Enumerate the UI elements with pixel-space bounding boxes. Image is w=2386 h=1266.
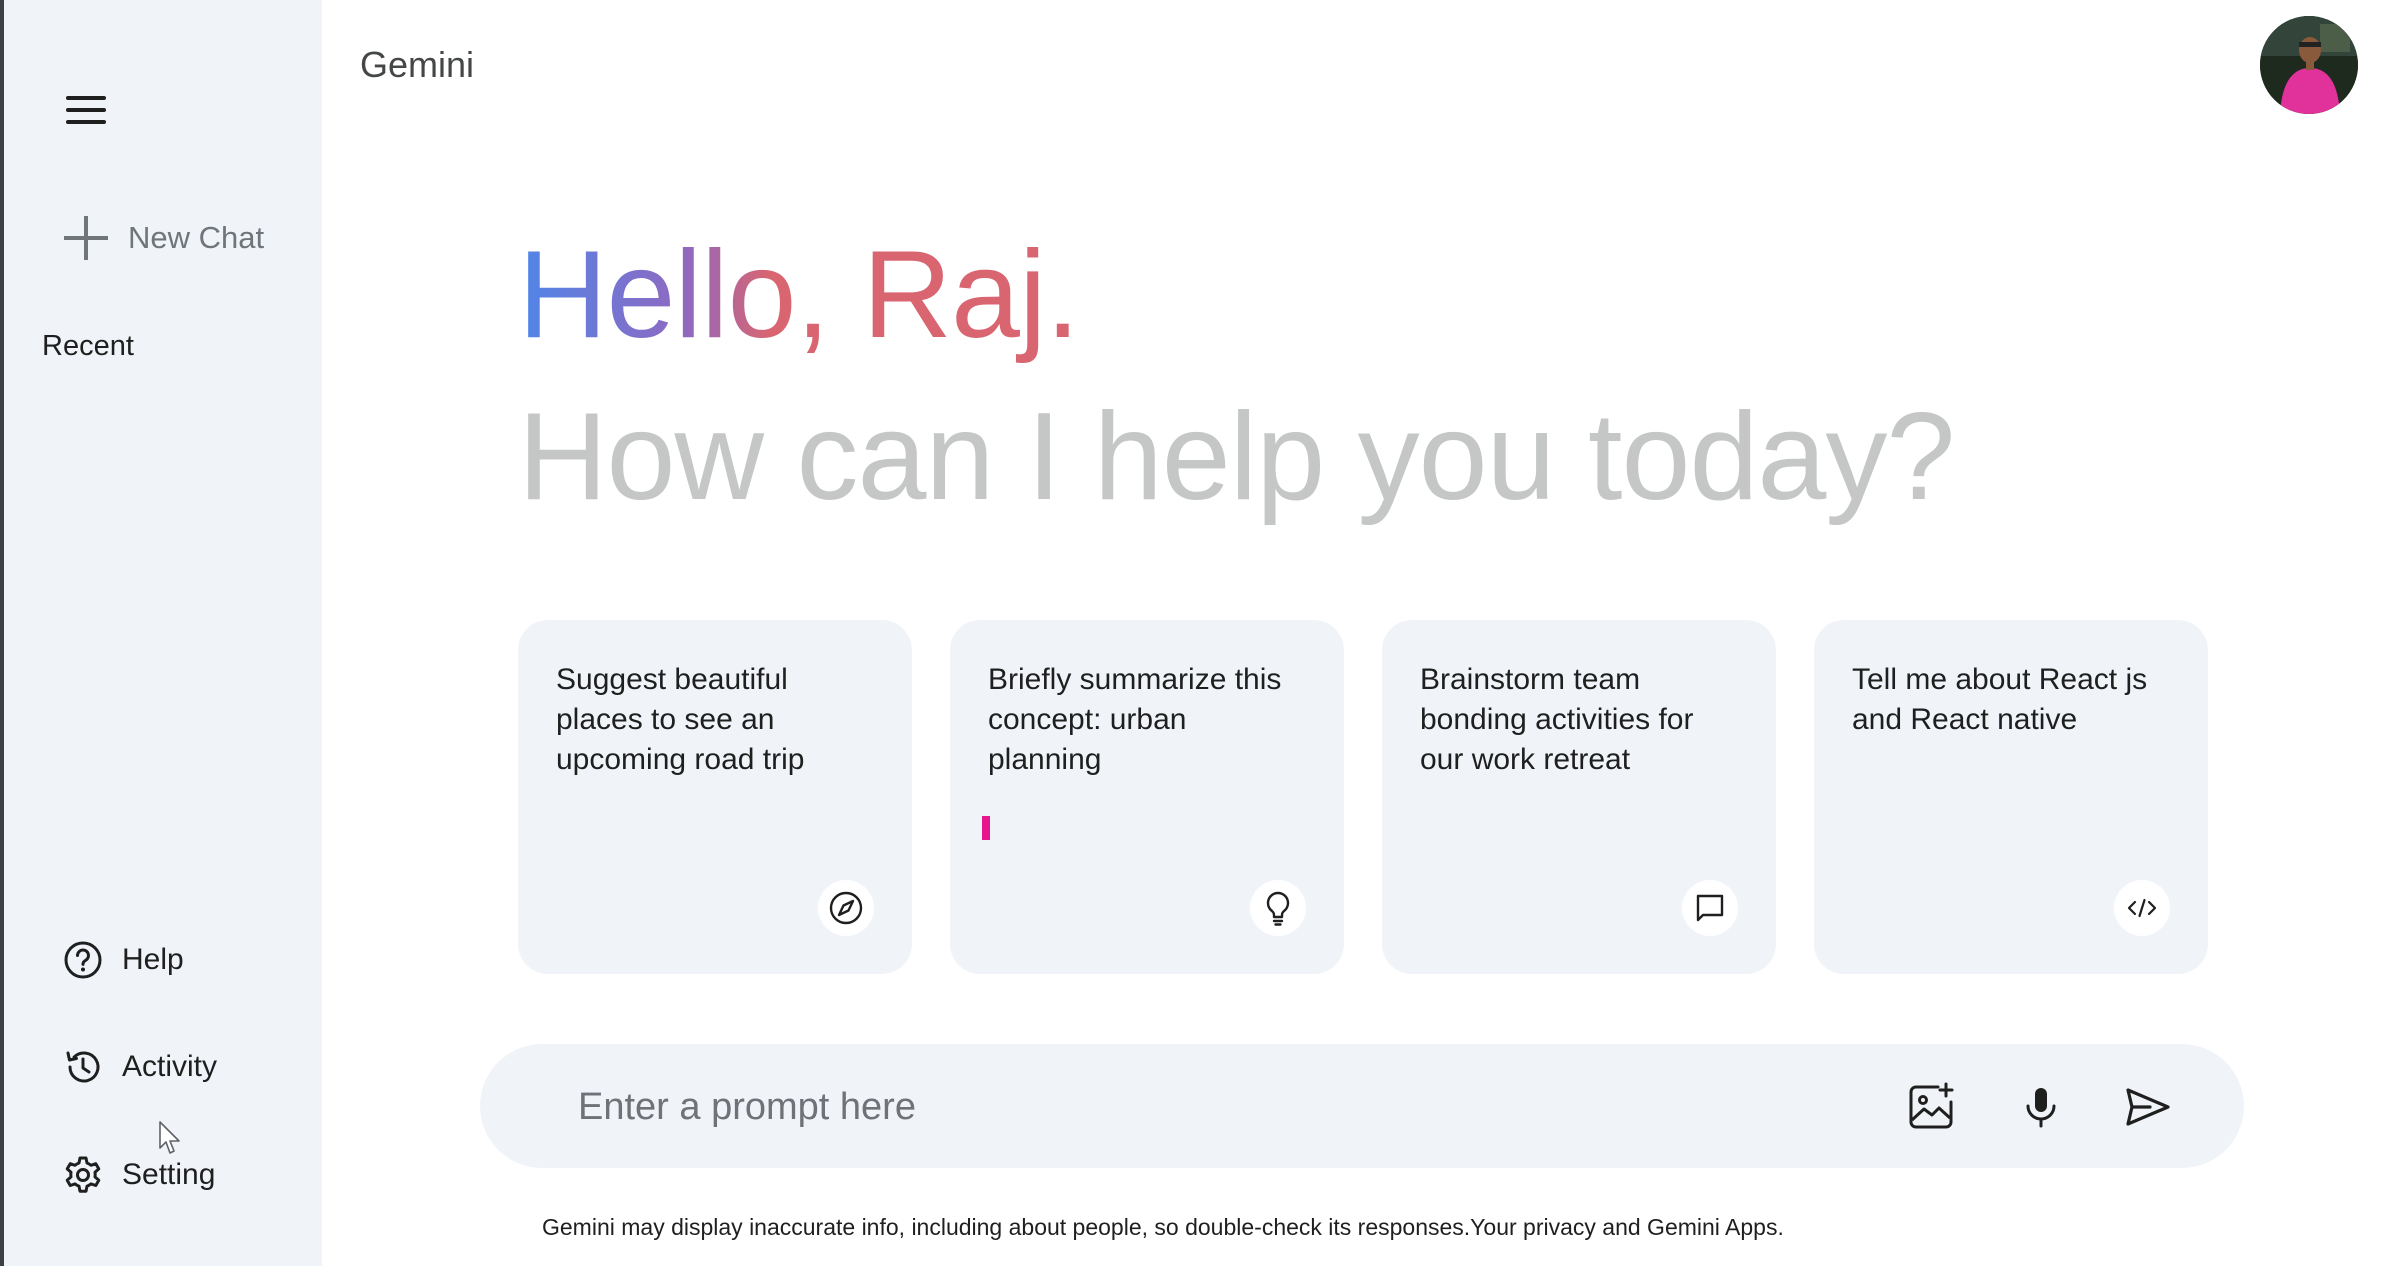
lightbulb-icon <box>1266 891 1290 926</box>
add-image-icon[interactable] <box>1904 1080 1958 1134</box>
suggestion-card-text: Suggest beautiful places to see an upcom… <box>556 663 805 776</box>
suggestion-card-text: Brainstorm team bonding activities for o… <box>1420 663 1694 776</box>
suggestion-card[interactable]: Briefly summarize this concept: urban pl… <box>950 620 1344 974</box>
sidebar-item-activity[interactable]: Activity <box>62 1042 217 1092</box>
suggestion-card-icon <box>2114 880 2170 936</box>
help-icon <box>64 941 102 979</box>
disclaimer-text: Gemini may display inaccurate info, incl… <box>0 1214 2386 1241</box>
plus-icon <box>64 216 108 260</box>
suggestion-card-icon <box>1682 880 1738 936</box>
code-icon <box>2127 898 2157 918</box>
new-chat-button[interactable]: New Chat <box>60 212 264 264</box>
prompt-input[interactable] <box>576 1044 1780 1170</box>
recent-heading: Recent <box>42 330 134 362</box>
menu-icon <box>66 96 106 100</box>
suggestion-card-icon <box>818 880 874 936</box>
compass-icon <box>829 891 863 925</box>
suggestion-card-text: Tell me about React js and React native <box>1852 663 2148 736</box>
avatar[interactable] <box>2260 16 2358 114</box>
gear-icon <box>65 1156 101 1193</box>
send-icon[interactable] <box>2120 1080 2174 1134</box>
sidebar-item-label: Setting <box>122 1158 216 1191</box>
suggestion-cards: Suggest beautiful places to see an upcom… <box>518 620 2208 974</box>
message-icon <box>1696 894 1724 922</box>
disclaimer-label: Gemini may display inaccurate info, incl… <box>542 1214 1784 1240</box>
avatar-image <box>2260 16 2358 114</box>
suggestion-card[interactable]: Suggest beautiful places to see an upcom… <box>518 620 912 974</box>
sidebar-item-label: Help <box>122 943 184 976</box>
sidebar-item-help[interactable]: Help <box>62 935 184 985</box>
menu-icon-line <box>66 108 106 112</box>
text-cursor-marker <box>982 816 990 840</box>
new-chat-label: New Chat <box>128 220 265 255</box>
mouse-pointer-icon <box>159 1121 180 1154</box>
microphone-icon[interactable] <box>2014 1080 2068 1134</box>
greeting-subtitle: How can I help you today? <box>518 388 1955 526</box>
sidebar: New Chat Recent Help Activity Setting <box>4 0 322 1266</box>
suggestion-card-text: Briefly summarize this concept: urban pl… <box>988 663 1282 776</box>
sidebar-item-label: Activity <box>122 1050 218 1083</box>
menu-button[interactable] <box>60 88 116 132</box>
suggestion-card[interactable]: Tell me about React js and React native <box>1814 620 2208 974</box>
history-icon <box>66 1051 100 1083</box>
suggestion-card[interactable]: Brainstorm team bonding activities for o… <box>1382 620 1776 974</box>
gemini-app: New Chat Recent Help Activity Setting Ge… <box>0 0 2386 1266</box>
greeting-title: Hello, Raj. <box>518 220 1080 370</box>
prompt-bar <box>480 1044 2244 1170</box>
sidebar-item-setting[interactable]: Setting <box>62 1150 215 1200</box>
menu-icon-line <box>66 120 106 124</box>
app-title: Gemini <box>360 44 475 85</box>
suggestion-card-icon <box>1250 880 1306 936</box>
